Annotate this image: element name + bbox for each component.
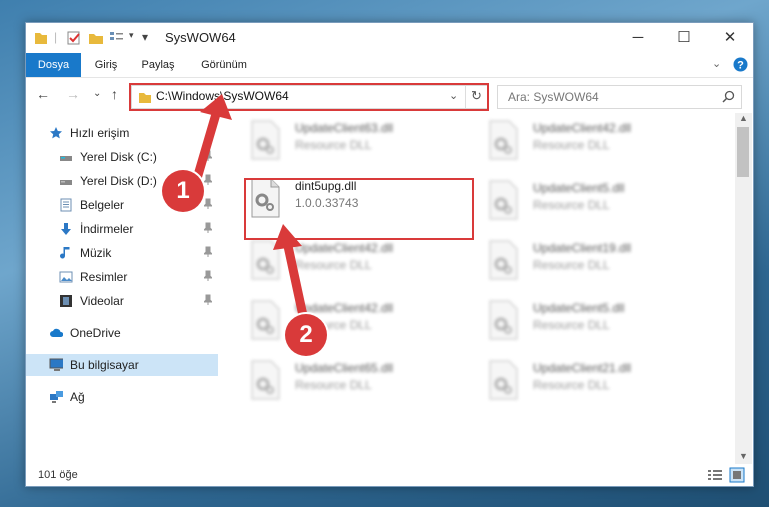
arrow-2-shaft: [283, 241, 310, 330]
arrow-2-head: [273, 224, 302, 250]
arrow-1-shaft: [191, 109, 221, 187]
step-marker-2: 2: [285, 314, 327, 356]
annotation-arrows: [191, 94, 310, 330]
step-marker-1: 1: [162, 170, 204, 212]
